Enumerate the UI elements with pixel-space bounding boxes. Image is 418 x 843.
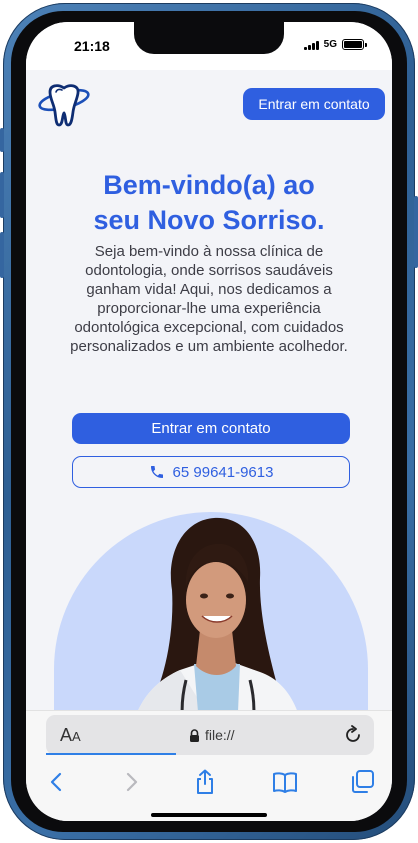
notch xyxy=(134,22,284,54)
hero-title-line2: seu Novo Sorriso. xyxy=(26,203,392,238)
tooth-logo[interactable] xyxy=(36,82,92,128)
reader-mode-button[interactable]: AA xyxy=(60,725,81,746)
silent-switch xyxy=(0,128,4,152)
browser-bar: AA file:// xyxy=(26,710,392,821)
bookmarks-icon[interactable] xyxy=(272,769,298,795)
share-icon[interactable] xyxy=(192,769,218,795)
status-time: 21:18 xyxy=(74,38,110,54)
status-bar: 21:18 5G xyxy=(26,22,392,70)
address-field[interactable]: AA file:// xyxy=(46,715,374,755)
screen: 21:18 5G Entrar em contato Bem-vindo(a) … xyxy=(26,22,392,821)
status-icons: 5G xyxy=(303,39,367,50)
home-indicator[interactable] xyxy=(151,813,267,817)
back-icon[interactable] xyxy=(44,769,70,795)
browser-toolbar xyxy=(26,763,392,803)
phone-button[interactable]: 65 99641-9613 xyxy=(72,456,350,488)
hero-title-highlight: Novo Sorriso. xyxy=(147,205,325,235)
volume-down-button xyxy=(0,232,4,278)
header-contact-button[interactable]: Entrar em contato xyxy=(243,88,385,120)
primary-contact-button[interactable]: Entrar em contato xyxy=(72,413,350,444)
network-label: 5G xyxy=(323,39,337,50)
power-button xyxy=(414,196,418,268)
address-progress xyxy=(46,753,176,755)
lock-icon xyxy=(190,729,199,742)
battery-icon xyxy=(342,39,367,50)
hero-title-prefix: seu xyxy=(93,205,148,235)
landing-page: Entrar em contato Bem-vindo(a) ao seu No… xyxy=(26,70,392,772)
signal-icon xyxy=(303,40,319,50)
volume-up-button xyxy=(0,172,4,218)
hero-title: Bem-vindo(a) ao seu Novo Sorriso. xyxy=(26,168,392,238)
url-text: file:// xyxy=(205,727,235,743)
hero-title-line1: Bem-vindo(a) ao xyxy=(103,170,315,200)
phone-number: 65 99641-9613 xyxy=(172,463,274,481)
hero-description: Seja bem-vindo à nossa clínica de odonto… xyxy=(70,243,348,355)
forward-icon[interactable] xyxy=(118,769,144,795)
phone-icon xyxy=(150,466,163,478)
tabs-icon[interactable] xyxy=(350,769,376,795)
reload-icon[interactable] xyxy=(343,725,363,745)
